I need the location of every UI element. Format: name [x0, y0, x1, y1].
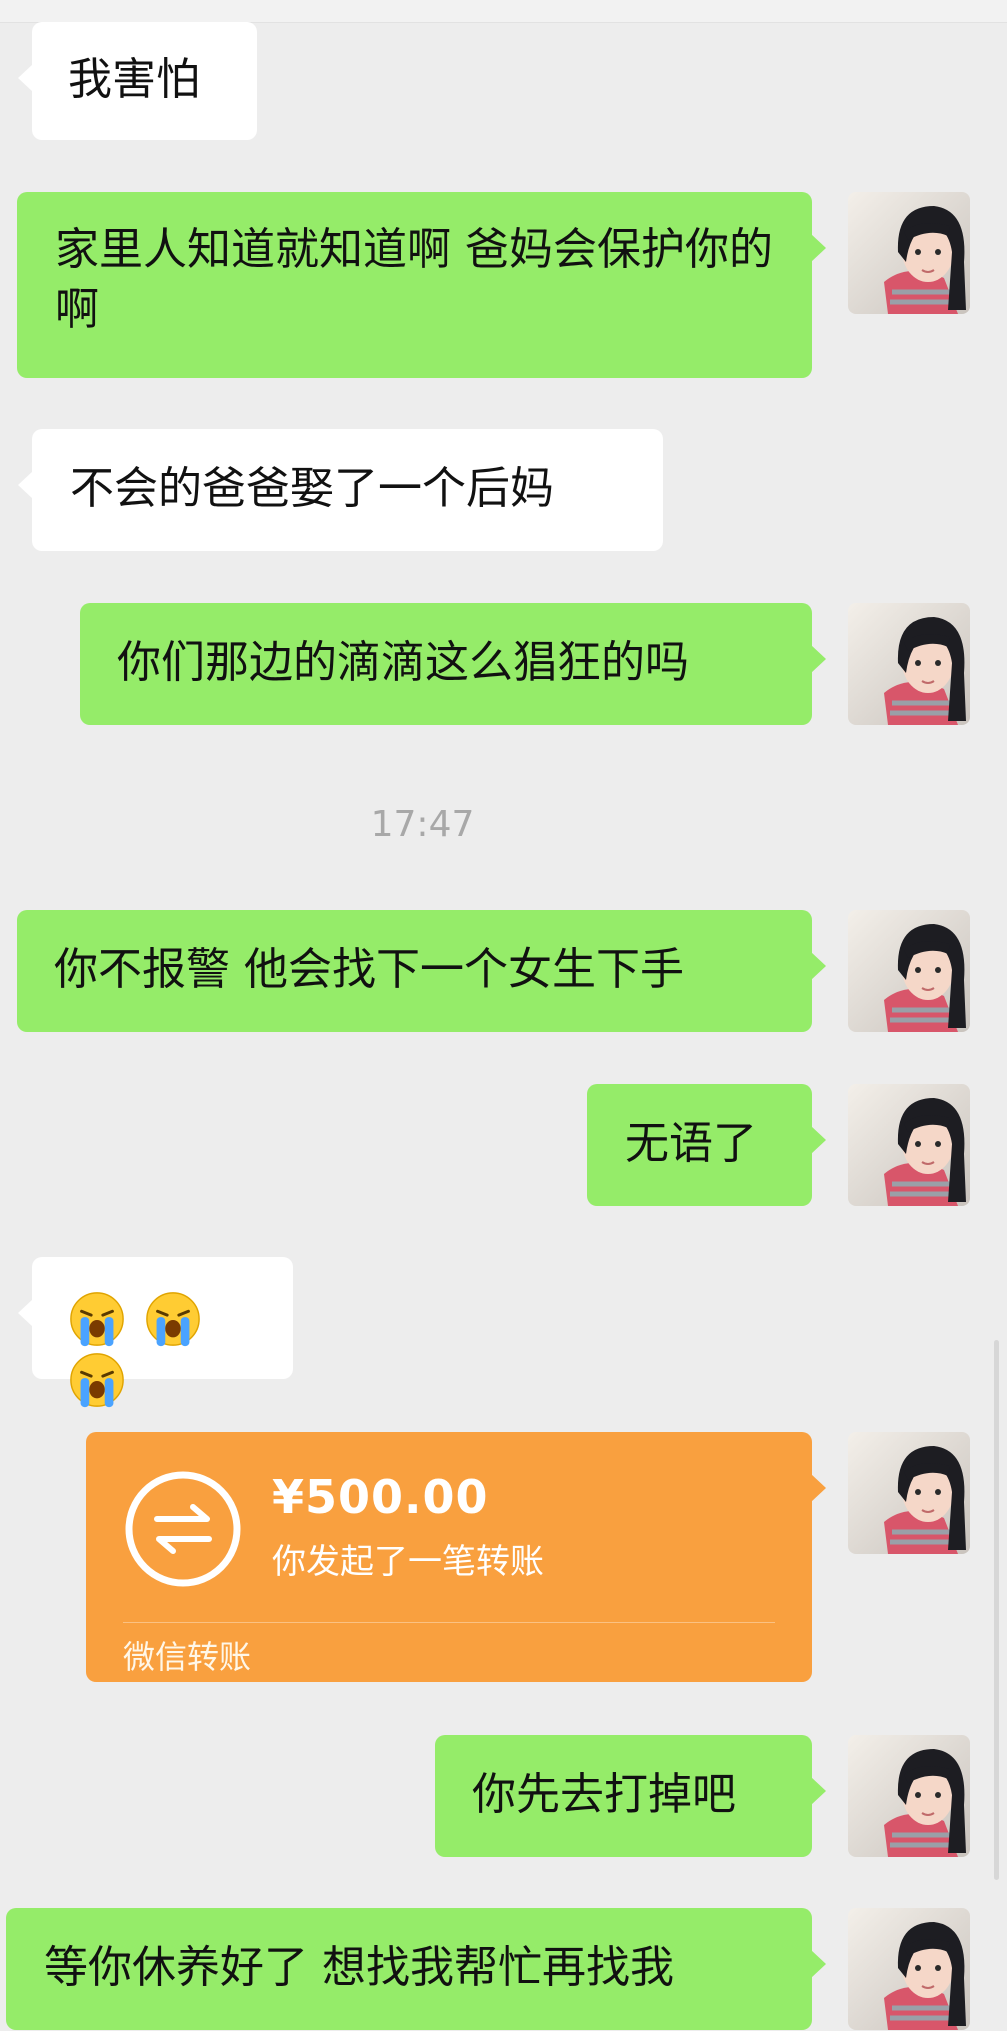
- incoming-message-bubble[interactable]: 我害怕: [18, 22, 257, 140]
- avatar[interactable]: [848, 1735, 970, 1857]
- message-text: 你不报警 他会找下一个女生下手: [54, 944, 684, 995]
- loudly-crying-face-icon: [70, 1292, 124, 1347]
- chat-timestamp: 17:47: [370, 804, 475, 845]
- transfer-arrows-icon: [125, 1471, 241, 1587]
- incoming-emoji-bubble[interactable]: [18, 1257, 293, 1408]
- message-text: 你先去打掉吧: [472, 1769, 736, 1820]
- top-bar-edge: [0, 0, 1007, 23]
- outgoing-message-bubble[interactable]: 等你休养好了 想找我帮忙再找我: [6, 1908, 826, 2030]
- message-text: 不会的爸爸娶了一个后妈: [70, 463, 554, 514]
- transfer-divider: [123, 1622, 775, 1623]
- outgoing-message-bubble[interactable]: 家里人知道就知道啊 爸妈会保护你的啊: [17, 192, 826, 378]
- avatar[interactable]: [848, 1908, 970, 2030]
- transfer-description: 你发起了一笔转账: [272, 1542, 544, 1582]
- avatar[interactable]: [848, 1432, 970, 1554]
- transfer-label: 微信转账: [123, 1638, 252, 1676]
- outgoing-message-bubble[interactable]: 你们那边的滴滴这么猖狂的吗: [80, 603, 826, 725]
- avatar[interactable]: [848, 910, 970, 1032]
- wechat-transfer-card[interactable]: ¥500.00 你发起了一笔转账 微信转账: [86, 1432, 826, 1682]
- transfer-amount: ¥500.00: [272, 1470, 489, 1524]
- outgoing-message-bubble[interactable]: 你先去打掉吧: [435, 1735, 826, 1857]
- avatar[interactable]: [848, 1084, 970, 1206]
- outgoing-message-bubble[interactable]: 你不报警 他会找下一个女生下手: [17, 910, 826, 1032]
- message-text: 我害怕: [68, 54, 200, 105]
- outgoing-message-bubble[interactable]: 无语了: [587, 1084, 826, 1206]
- avatar[interactable]: [848, 192, 970, 314]
- avatar[interactable]: [848, 603, 970, 725]
- message-text: 家里人知道就知道啊 爸妈会保护你的啊: [55, 224, 773, 335]
- message-text: 无语了: [625, 1118, 757, 1169]
- incoming-message-bubble[interactable]: 不会的爸爸娶了一个后妈: [18, 429, 663, 551]
- loudly-crying-face-icon: [70, 1353, 124, 1408]
- message-text: 等你休养好了 想找我帮忙再找我: [44, 1942, 674, 1993]
- scrollbar[interactable]: [994, 1340, 999, 1880]
- emoji-row: [68, 1291, 206, 1408]
- loudly-crying-face-icon: [146, 1292, 200, 1347]
- message-text: 你们那边的滴滴这么猖狂的吗: [117, 637, 689, 688]
